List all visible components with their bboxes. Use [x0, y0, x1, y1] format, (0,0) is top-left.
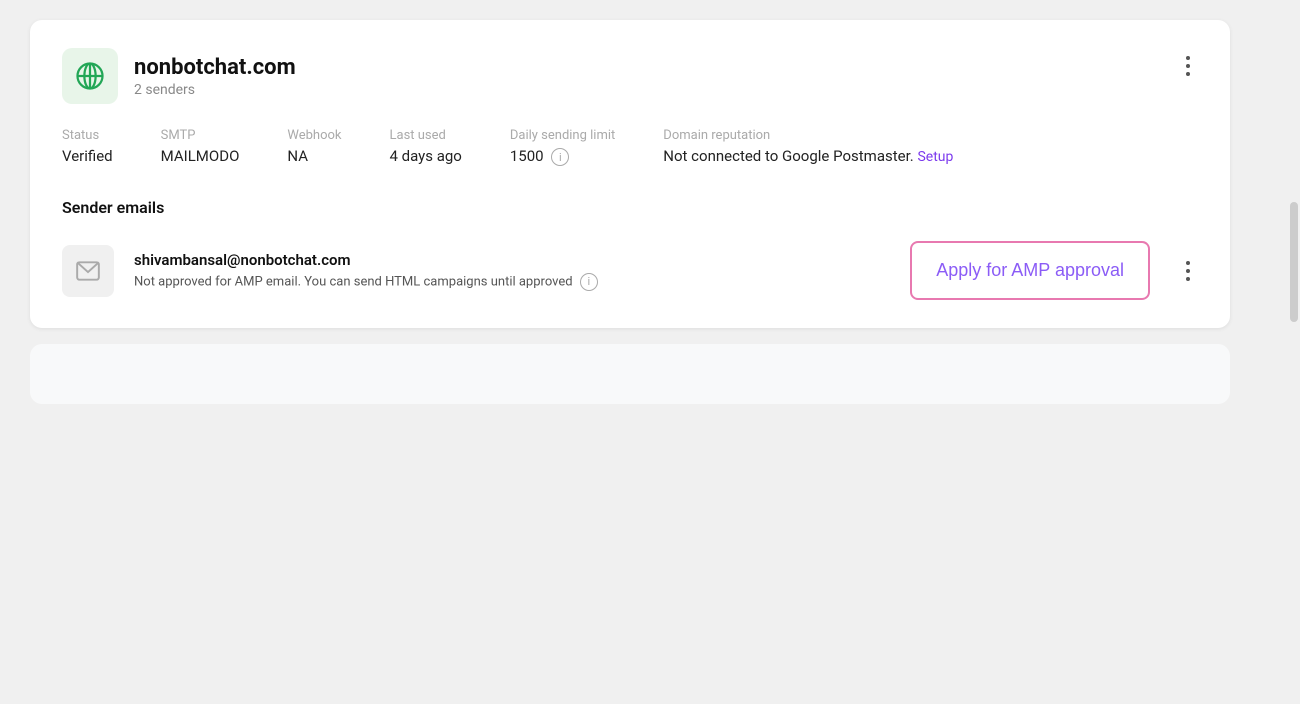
smtp-label: SMTP [161, 128, 240, 143]
scrollbar-track [1288, 0, 1300, 704]
domain-name: nonbotchat.com [134, 55, 296, 80]
domain-icon [62, 48, 118, 104]
sender-avatar [62, 245, 114, 297]
globe-icon [75, 61, 105, 91]
smtp-item: SMTP MAILMODO [161, 128, 240, 166]
domain-rep-value: Not connected to Google Postmaster. Setu… [663, 147, 953, 165]
webhook-value: NA [287, 147, 341, 165]
card-header: nonbotchat.com 2 senders [62, 48, 1198, 104]
sender-status-text: Not approved for AMP email. You can send… [134, 273, 890, 291]
last-used-value: 4 days ago [390, 147, 462, 165]
last-used-item: Last used 4 days ago [390, 128, 462, 166]
domain-info: nonbotchat.com 2 senders [134, 55, 296, 98]
domain-card: nonbotchat.com 2 senders Status Verified… [30, 20, 1230, 328]
scrollbar-thumb[interactable] [1290, 202, 1298, 322]
meta-row: Status Verified SMTP MAILMODO Webhook NA… [62, 128, 1198, 166]
sender-email: shivambansal@nonbotchat.com [134, 251, 890, 269]
status-label: Status [62, 128, 113, 143]
sender-status-info-icon[interactable]: i [580, 273, 598, 291]
daily-limit-value: 1500 i [510, 147, 615, 166]
sender-info: shivambansal@nonbotchat.com Not approved… [134, 251, 890, 291]
webhook-item: Webhook NA [287, 128, 341, 166]
header-left: nonbotchat.com 2 senders [62, 48, 296, 104]
sender-emails-title: Sender emails [62, 198, 1198, 217]
daily-limit-item: Daily sending limit 1500 i [510, 128, 615, 166]
amp-button-label: Apply for AMP approval [936, 260, 1124, 280]
smtp-value: MAILMODO [161, 147, 240, 165]
amp-approval-button[interactable]: Apply for AMP approval [910, 241, 1150, 300]
daily-limit-info-icon[interactable]: i [551, 148, 569, 166]
domain-rep-item: Domain reputation Not connected to Googl… [663, 128, 953, 166]
sender-row: shivambansal@nonbotchat.com Not approved… [62, 241, 1198, 300]
status-item: Status Verified [62, 128, 113, 166]
domain-more-menu[interactable] [1178, 48, 1198, 84]
envelope-icon [75, 258, 101, 284]
domain-rep-label: Domain reputation [663, 128, 953, 143]
webhook-label: Webhook [287, 128, 341, 143]
setup-link[interactable]: Setup [917, 149, 953, 165]
sender-more-menu[interactable] [1178, 253, 1198, 289]
senders-count: 2 senders [134, 82, 296, 98]
daily-limit-label: Daily sending limit [510, 128, 615, 143]
next-card [30, 344, 1230, 404]
status-value: Verified [62, 147, 113, 165]
last-used-label: Last used [390, 128, 462, 143]
